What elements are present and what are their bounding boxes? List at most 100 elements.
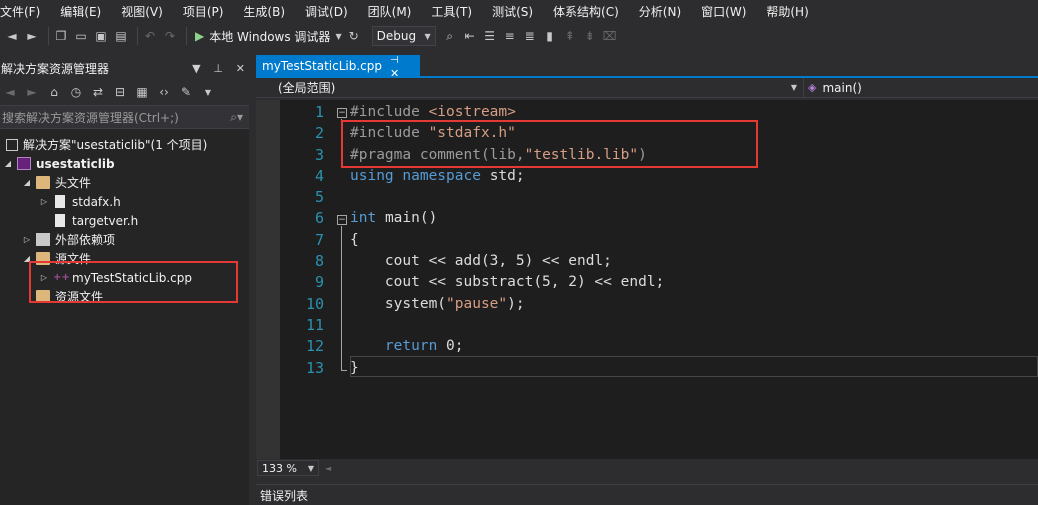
collapse-region-icon[interactable]: − bbox=[337, 108, 347, 118]
history-icon[interactable]: ◷ bbox=[68, 81, 84, 103]
redo-icon[interactable]: ↷ bbox=[162, 25, 178, 47]
sync-icon[interactable]: ⇄ bbox=[90, 81, 106, 103]
collapsed-arrow-icon[interactable]: ▷ bbox=[38, 197, 50, 206]
refresh-icon[interactable]: ↻ bbox=[346, 25, 362, 47]
menu-build[interactable]: 生成(B) bbox=[242, 3, 296, 20]
tree-item-cpp-file[interactable]: ▷ ++ myTestStaticLib.cpp bbox=[0, 268, 249, 287]
search-icon[interactable]: ⌕▾ bbox=[230, 110, 243, 125]
code-editor[interactable]: 1 2 3 4 5 6 7 8 9 10 11 12 13 − − #inclu… bbox=[256, 100, 1038, 459]
bookmark-nav-icon[interactable]: ⇤ bbox=[462, 25, 478, 47]
show-all-files-icon[interactable]: ▦ bbox=[134, 81, 150, 103]
solution-icon bbox=[6, 138, 18, 151]
standard-toolbar: ◄ ► ❐ ▭ ▣ ▤ ↶ ↷ ▶ 本地 Windows 调试器 ▼ ↻ Deb… bbox=[0, 22, 1038, 50]
member-dropdown[interactable]: ◈ main() bbox=[804, 81, 1038, 95]
outdent-icon[interactable]: ≣ bbox=[522, 25, 538, 47]
toggle-comment-icon[interactable]: ☰ bbox=[482, 25, 498, 47]
tree-item-project[interactable]: ◢ usestaticlib bbox=[0, 154, 249, 173]
tree-item-external-deps[interactable]: ▷ 外部依赖项 bbox=[0, 230, 249, 249]
tree-item-label: 源文件 bbox=[55, 252, 92, 266]
tree-item-solution[interactable]: 解决方案"usestaticlib"(1 个项目) bbox=[0, 135, 249, 154]
close-icon[interactable]: ✕ bbox=[236, 62, 245, 75]
chevron-down-icon[interactable]: ▼ bbox=[335, 32, 341, 41]
home-icon[interactable]: ⌂ bbox=[46, 81, 62, 103]
start-debugging-button[interactable]: ▶ 本地 Windows 调试器 ▼ bbox=[195, 28, 342, 45]
find-in-files-icon[interactable]: ⌕ bbox=[442, 25, 458, 47]
scroll-left-icon[interactable]: ◄ bbox=[325, 464, 331, 473]
tree-item-targetver[interactable]: targetver.h bbox=[0, 211, 249, 230]
indent-icon[interactable]: ≡ bbox=[502, 25, 518, 47]
menu-view[interactable]: 视图(V) bbox=[120, 3, 174, 20]
outline-line bbox=[341, 119, 342, 166]
project-icon bbox=[17, 157, 31, 170]
solution-explorer-panel: 解决方案资源管理器 ▼ ⊥ ✕ ◄ ► ⌂ ◷ ⇄ ⊟ ▦ ‹› ✎ ▼ 搜索解… bbox=[0, 57, 249, 505]
menu-file[interactable]: 文件(F) bbox=[0, 3, 51, 20]
menu-project[interactable]: 项目(P) bbox=[182, 3, 235, 20]
tree-item-resource-files[interactable]: 资源文件 bbox=[0, 287, 249, 306]
editor-area: myTestStaticLib.cpp ⊣ ✕ (全局范围) ▼ ◈ main(… bbox=[256, 55, 1038, 505]
menu-architecture[interactable]: 体系结构(C) bbox=[552, 3, 630, 20]
expanded-arrow-icon[interactable]: ◢ bbox=[21, 254, 33, 263]
collapse-all-icon[interactable]: ⊟ bbox=[112, 81, 128, 103]
bookmark-icon[interactable]: ▮ bbox=[542, 25, 558, 47]
forward-icon[interactable]: ► bbox=[24, 81, 40, 103]
menu-edit[interactable]: 编辑(E) bbox=[59, 3, 112, 20]
member-value: main() bbox=[822, 80, 862, 95]
zoom-select[interactable]: 133 % ▼ bbox=[257, 460, 319, 476]
tab-myteststaticlib-cpp[interactable]: myTestStaticLib.cpp ⊣ ✕ bbox=[256, 55, 420, 80]
navigate-forward-icon[interactable]: ► bbox=[24, 25, 40, 47]
prev-bookmark-icon[interactable]: ⇞ bbox=[562, 25, 578, 47]
menu-analyze[interactable]: 分析(N) bbox=[638, 3, 692, 20]
solution-tree: 解决方案"usestaticlib"(1 个项目) ◢ usestaticlib… bbox=[0, 129, 249, 306]
collapse-region-icon[interactable]: − bbox=[337, 215, 347, 225]
pin-icon[interactable]: ⊣ bbox=[390, 55, 399, 66]
view-code-icon[interactable]: ‹› bbox=[156, 81, 172, 103]
method-icon: ◈ bbox=[808, 81, 817, 94]
outline-line bbox=[341, 226, 342, 370]
line-number: 12 bbox=[305, 337, 324, 356]
play-icon: ▶ bbox=[195, 29, 205, 43]
tree-item-header-files[interactable]: ◢ 头文件 bbox=[0, 173, 249, 192]
navigation-bar: (全局范围) ▼ ◈ main() bbox=[256, 77, 1038, 98]
expanded-arrow-icon[interactable]: ◢ bbox=[2, 159, 14, 168]
pin-icon[interactable]: ⊥ bbox=[213, 62, 223, 75]
undo-icon[interactable]: ↶ bbox=[142, 25, 158, 47]
solution-search-input[interactable]: 搜索解决方案资源管理器(Ctrl+;) ⌕▾ bbox=[0, 105, 249, 129]
new-project-icon[interactable]: ❐ bbox=[53, 25, 69, 47]
menu-debug[interactable]: 调试(D) bbox=[304, 3, 359, 20]
back-icon[interactable]: ◄ bbox=[2, 81, 18, 103]
tree-item-label: stdafx.h bbox=[72, 194, 121, 209]
toolbar-divider bbox=[48, 27, 49, 45]
scope-dropdown[interactable]: (全局范围) ▼ bbox=[256, 77, 804, 98]
error-list-tab[interactable]: 错误列表 bbox=[256, 484, 1038, 505]
collapsed-arrow-icon[interactable]: ▷ bbox=[21, 235, 33, 244]
toolbar-divider bbox=[137, 27, 138, 45]
tree-item-stdafx[interactable]: ▷ stdafx.h bbox=[0, 192, 249, 211]
solution-config-select[interactable]: Debug ▼ bbox=[371, 26, 436, 46]
open-file-icon[interactable]: ▭ bbox=[73, 25, 89, 47]
clear-bookmarks-icon[interactable]: ⌧ bbox=[602, 25, 618, 47]
save-all-icon[interactable]: ▤ bbox=[113, 25, 129, 47]
save-icon[interactable]: ▣ bbox=[93, 25, 109, 47]
chevron-down-icon[interactable]: ▼ bbox=[200, 81, 216, 103]
line-number: 8 bbox=[314, 252, 324, 271]
navigate-back-icon[interactable]: ◄ bbox=[4, 25, 20, 47]
tree-item-label: targetver.h bbox=[72, 213, 139, 228]
tree-item-source-files[interactable]: ◢ 源文件 bbox=[0, 249, 249, 268]
folder-icon bbox=[36, 252, 50, 265]
menu-help[interactable]: 帮助(H) bbox=[765, 3, 819, 20]
chevron-down-icon[interactable]: ▼ bbox=[192, 62, 200, 75]
properties-icon[interactable]: ✎ bbox=[178, 81, 194, 103]
line-number: 11 bbox=[305, 315, 324, 334]
collapsed-arrow-icon[interactable]: ▷ bbox=[38, 273, 50, 282]
menu-team[interactable]: 团队(M) bbox=[367, 3, 423, 20]
next-bookmark-icon[interactable]: ⇟ bbox=[582, 25, 598, 47]
menu-tools[interactable]: 工具(T) bbox=[430, 3, 483, 20]
panel-splitter[interactable] bbox=[249, 57, 256, 505]
menu-test[interactable]: 测试(S) bbox=[491, 3, 544, 20]
outlining-margin: − − bbox=[334, 102, 348, 461]
menu-window[interactable]: 窗口(W) bbox=[700, 3, 757, 20]
line-number: 1 bbox=[314, 103, 324, 121]
expanded-arrow-icon[interactable]: ◢ bbox=[21, 178, 33, 187]
outline-end bbox=[341, 370, 347, 371]
code-text: #include <iostream> #include "stdafx.h" … bbox=[350, 102, 1038, 379]
